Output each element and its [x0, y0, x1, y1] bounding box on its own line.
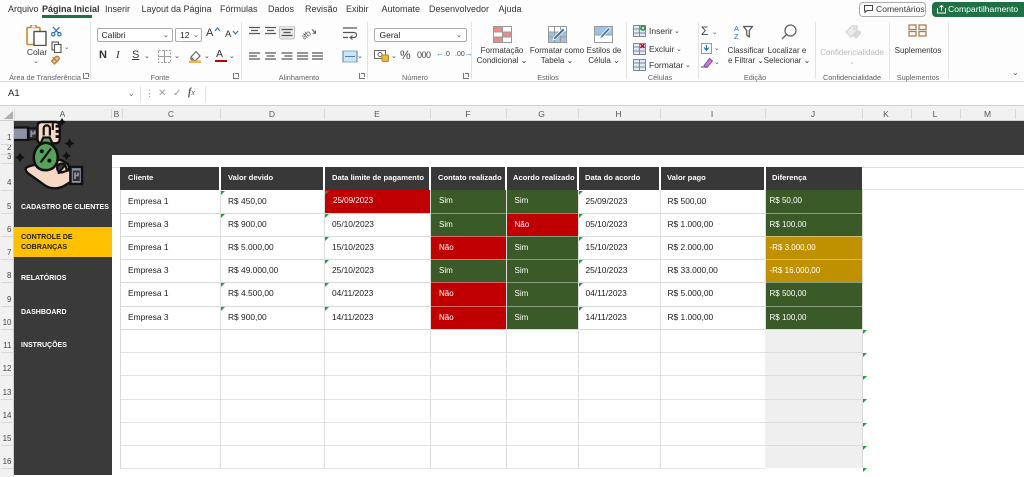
svg-text:Z: Z — [734, 32, 739, 39]
